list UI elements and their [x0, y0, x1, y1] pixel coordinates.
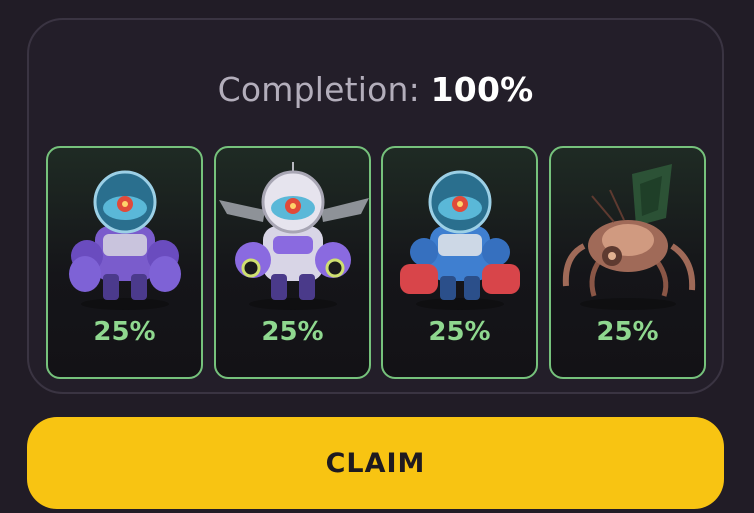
- reward-card-2[interactable]: 25%: [214, 146, 371, 379]
- completion-value: 100%: [430, 70, 534, 109]
- robot-purple-icon: [69, 170, 181, 310]
- card-percent: 25%: [596, 317, 659, 347]
- robot-winged-icon: [219, 162, 369, 310]
- completion-text: Completion: 100%: [29, 70, 722, 109]
- card-percent: 25%: [261, 317, 324, 347]
- reward-card-1[interactable]: 25%: [46, 146, 203, 379]
- completion-panel: Completion: 100% 25% 25% 25% 25%: [27, 18, 724, 394]
- reward-card-3[interactable]: 25%: [381, 146, 538, 379]
- card-percent: 25%: [428, 317, 491, 347]
- spider-bot-icon: [562, 164, 696, 310]
- robot-blue-icon: [400, 170, 520, 310]
- claim-button[interactable]: CLAIM: [27, 417, 724, 509]
- reward-card-4[interactable]: 25%: [549, 146, 706, 379]
- completion-label: Completion:: [217, 70, 420, 109]
- card-percent: 25%: [93, 317, 156, 347]
